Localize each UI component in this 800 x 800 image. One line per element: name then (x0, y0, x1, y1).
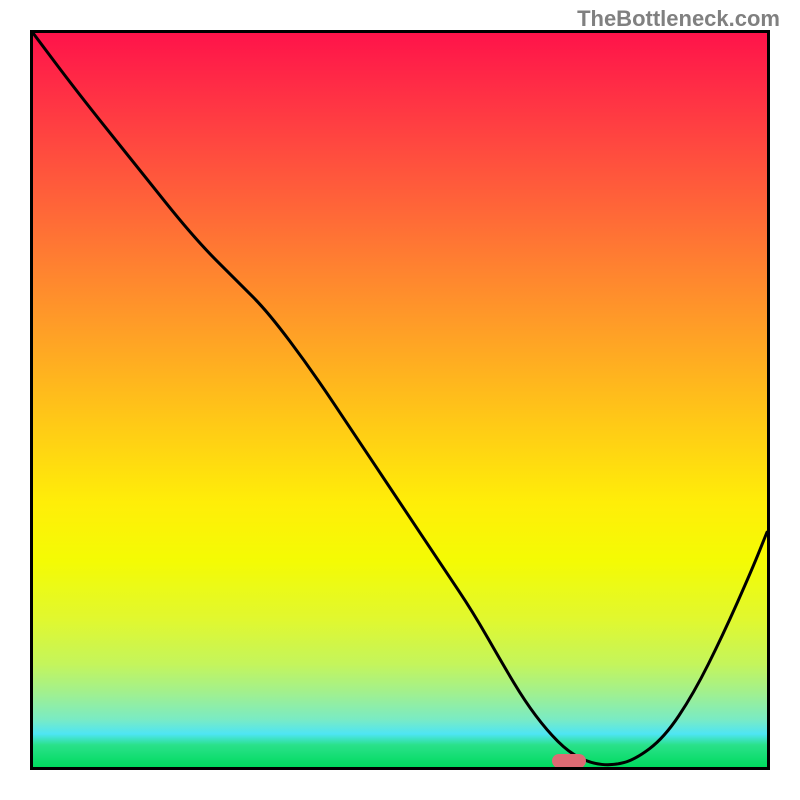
curve-line (33, 33, 767, 767)
chart-plot-area (30, 30, 770, 770)
optimal-point-marker (552, 754, 586, 768)
watermark-label: TheBottleneck.com (577, 6, 780, 32)
